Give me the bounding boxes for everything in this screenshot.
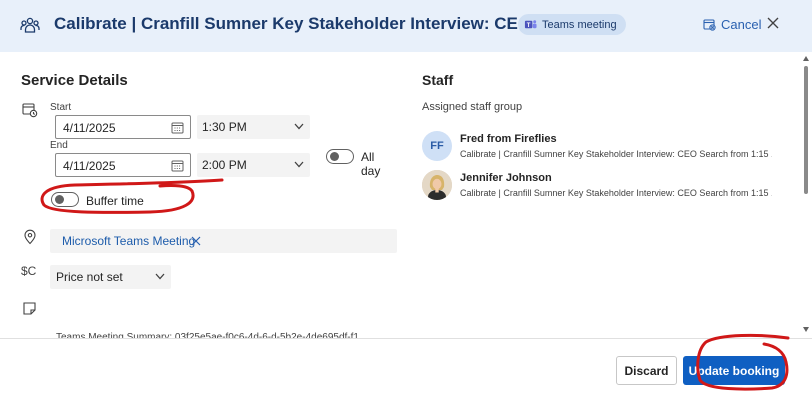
staff-group-label: Assigned staff group xyxy=(422,101,523,113)
teams-icon: T xyxy=(524,20,537,29)
end-time-value: 2:00 PM xyxy=(202,158,247,172)
teams-meeting-badge: T Teams meeting xyxy=(518,14,626,35)
scroll-down-arrow-icon[interactable] xyxy=(803,327,809,332)
chevron-down-icon xyxy=(294,161,304,168)
calendar-icon[interactable] xyxy=(171,159,184,172)
price-icon: $C xyxy=(21,264,37,278)
scrollbar-thumb[interactable] xyxy=(804,66,808,194)
teams-badge-label: Teams meeting xyxy=(542,18,617,31)
staff-heading: Staff xyxy=(422,72,454,88)
all-day-toggle[interactable] xyxy=(326,149,354,164)
staff-member-row[interactable]: Jennifer Johnson Calibrate | Cranfill Su… xyxy=(422,170,782,204)
dialog-title: Calibrate | Cranfill Sumner Key Stakehol… xyxy=(54,14,593,33)
location-field[interactable]: Microsoft Teams Meeting xyxy=(50,229,397,253)
price-value: Price not set xyxy=(56,270,123,284)
start-time-value: 1:30 PM xyxy=(202,120,247,134)
staff-description: Calibrate | Cranfill Sumner Key Stakehol… xyxy=(460,149,772,159)
dialog-footer: Discard Update booking xyxy=(0,338,812,400)
buffer-time-toggle[interactable] xyxy=(51,192,79,207)
location-pin-icon xyxy=(24,229,36,245)
all-day-label-line2: day xyxy=(361,164,381,178)
chevron-down-icon xyxy=(294,123,304,130)
end-date-value: 4/11/2025 xyxy=(63,159,116,173)
staff-name: Fred from Fireflies xyxy=(460,133,557,145)
booking-dialog: Calibrate | Cranfill Sumner Key Stakehol… xyxy=(0,0,812,400)
all-day-label-line1: All xyxy=(361,150,375,164)
start-date-input[interactable]: 4/11/2025 xyxy=(55,115,191,139)
close-icon[interactable] xyxy=(766,16,780,30)
cancel-button[interactable]: Cancel xyxy=(703,17,761,32)
scrollbar[interactable] xyxy=(800,52,812,338)
dialog-header: Calibrate | Cranfill Sumner Key Stakehol… xyxy=(0,0,812,52)
end-label: End xyxy=(50,140,68,151)
calendar-cancel-icon xyxy=(703,19,716,31)
end-time-select[interactable]: 2:00 PM xyxy=(197,153,310,177)
buffer-time-label: Buffer time xyxy=(86,194,144,208)
notes-icon xyxy=(23,302,36,315)
avatar xyxy=(422,170,452,200)
price-select[interactable]: Price not set xyxy=(50,265,171,289)
start-time-select[interactable]: 1:30 PM xyxy=(197,115,310,139)
location-chip: Microsoft Teams Meeting xyxy=(62,234,196,248)
discard-button[interactable]: Discard xyxy=(616,356,677,385)
cancel-label: Cancel xyxy=(721,17,762,32)
start-label: Start xyxy=(50,102,72,113)
calendar-icon[interactable] xyxy=(171,121,184,134)
calendar-clock-icon xyxy=(22,103,38,118)
update-booking-button[interactable]: Update booking xyxy=(683,356,785,385)
service-details-heading: Service Details xyxy=(21,72,128,89)
remove-location-icon[interactable] xyxy=(191,236,201,246)
chevron-down-icon xyxy=(155,273,165,280)
person-photo-icon xyxy=(422,170,452,200)
scroll-up-arrow-icon[interactable] xyxy=(803,56,809,61)
start-date-value: 4/11/2025 xyxy=(63,121,116,135)
avatar: FF xyxy=(422,131,452,161)
svg-text:T: T xyxy=(527,23,531,29)
staff-member-row[interactable]: FF Fred from Fireflies Calibrate | Cranf… xyxy=(422,131,782,165)
staff-name: Jennifer Johnson xyxy=(460,172,552,184)
people-group-icon xyxy=(20,17,40,33)
end-date-input[interactable]: 4/11/2025 xyxy=(55,153,191,177)
staff-description: Calibrate | Cranfill Sumner Key Stakehol… xyxy=(460,188,772,198)
